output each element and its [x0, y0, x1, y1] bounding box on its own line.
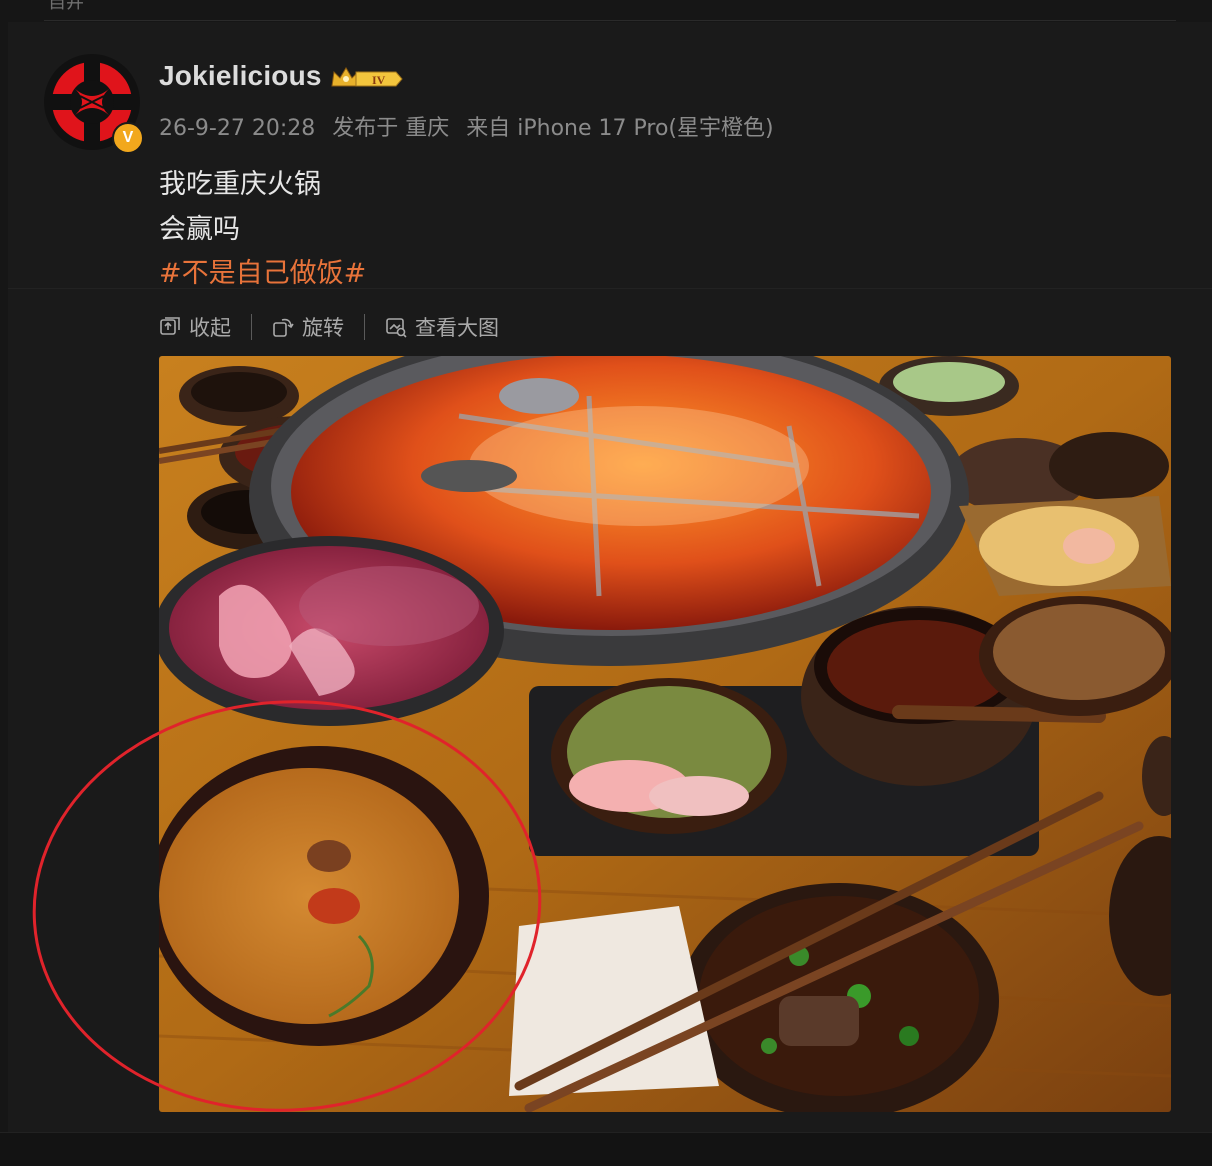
crown-icon[interactable]: IV [330, 64, 404, 94]
verified-icon: V [112, 122, 144, 154]
clipped-header-text: 自井 [48, 0, 84, 13]
top-divider [44, 20, 1176, 21]
image-toolbar: 收起 旋转 查看大图 [159, 312, 499, 342]
post-timestamp[interactable]: 26-9-27 20:28 [159, 116, 315, 141]
collapse-icon [160, 317, 180, 335]
post-text-line-2: 会赢吗 [159, 214, 240, 245]
post-location: 发布于 重庆 [332, 116, 450, 141]
image-view-icon [386, 318, 407, 338]
view-large-button[interactable]: 查看大图 [385, 312, 499, 342]
rotate-icon [273, 318, 294, 337]
hashtag-link[interactable]: #不是自己做饭# [159, 251, 366, 290]
username[interactable]: Jokielicious [159, 60, 322, 92]
bottom-bar [0, 1132, 1212, 1166]
rotate-button[interactable]: 旋转 [272, 312, 344, 342]
top-strip: 自井 [0, 0, 1212, 22]
post-meta: 26-9-27 20:28 发布于 重庆 来自 iPhone 17 Pro(星宇… [159, 110, 784, 142]
post-text-line-1: 我吃重庆火锅 [159, 169, 321, 200]
view-large-label: 查看大图 [415, 316, 499, 340]
level-text: IV [372, 73, 386, 87]
collapse-button[interactable]: 收起 [159, 312, 231, 342]
post-device: 来自 iPhone 17 Pro(星宇橙色) [466, 116, 774, 141]
toolbar-separator [364, 314, 365, 340]
rotate-label: 旋转 [302, 316, 344, 340]
collapse-label: 收起 [189, 316, 231, 340]
post-image[interactable] [159, 356, 1171, 1112]
toolbar-separator [251, 314, 252, 340]
